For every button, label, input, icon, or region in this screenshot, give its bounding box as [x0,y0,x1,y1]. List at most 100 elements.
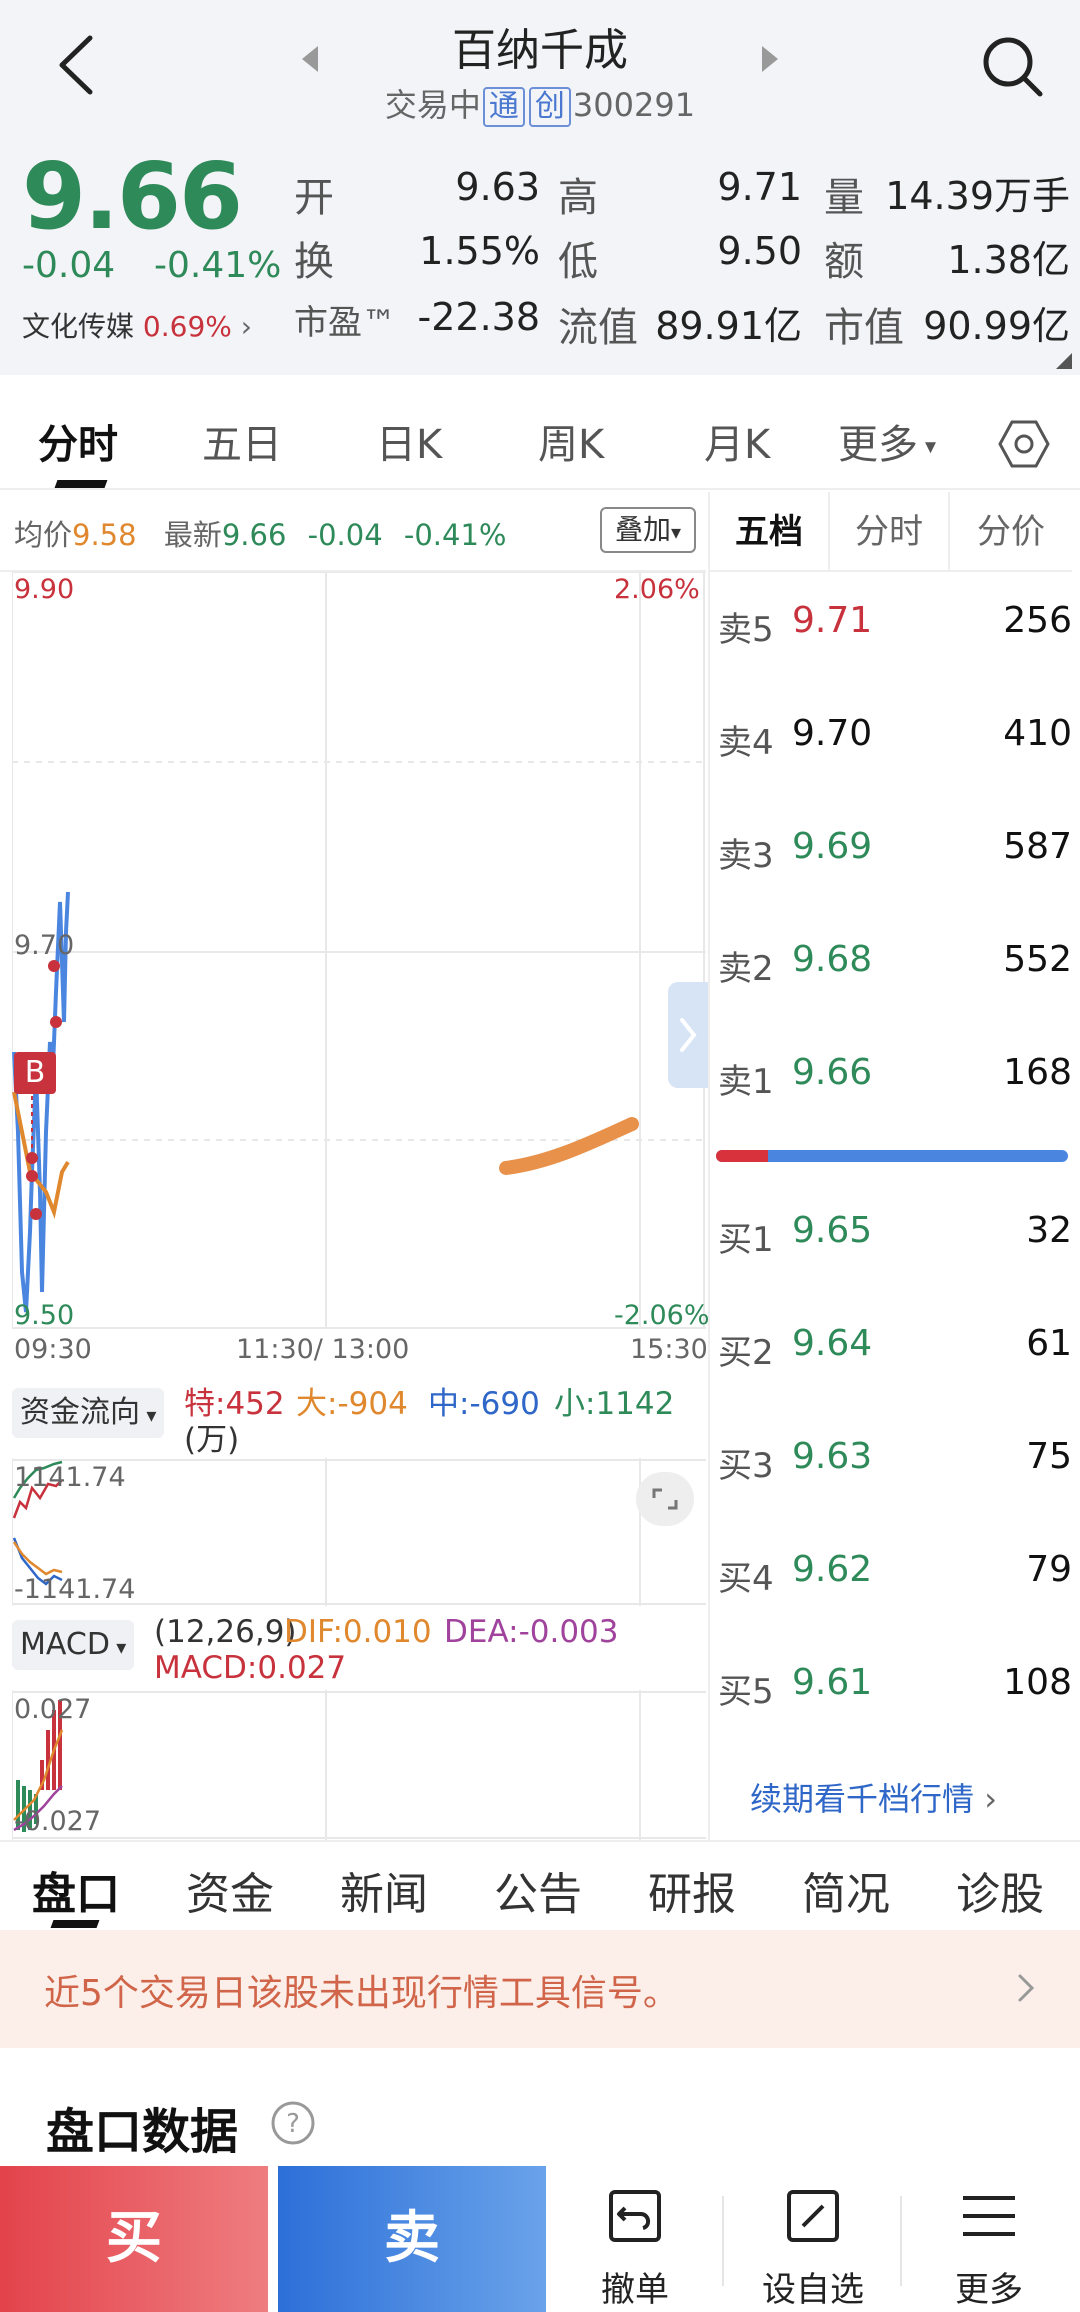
depth-link[interactable]: 续期看千档行情 › [750,1774,997,1820]
search-icon[interactable] [980,34,1046,100]
stock-name: 百纳千成 [452,25,628,76]
high-label: 高 [558,175,598,221]
tab-announcements[interactable]: 公告 [494,1858,582,1922]
fund-flow-row: 资金流向 ▾ 特:452 大:-904 中:-690 小:1142 (万) [0,1378,706,1458]
ask-label: 卖5 [718,610,774,650]
bid-price: 9.64 [792,1323,873,1364]
chevron-right-icon: › [240,310,252,343]
signal-banner[interactable]: 近5个交易日该股未出现行情工具信号。 [0,1930,1080,2048]
order-book: 五档 分时 分价 卖5 9.71 256 卖4 9.70 410 卖3 9.69… [708,492,1072,1842]
edit-icon [787,2190,839,2242]
undo-icon [609,2190,661,2242]
detail-tabbar: 盘口 资金 新闻 公告 研报 简况 诊股 [0,1840,1080,1930]
bid-row-4[interactable]: 买4 9.62 79 [710,1545,1072,1605]
separator [900,2196,902,2286]
ask-row-2[interactable]: 卖2 9.68 552 [710,935,1072,995]
expand-corner-icon[interactable] [1056,353,1072,369]
add-watchlist-button[interactable]: 设自选 [728,2166,898,2312]
tab-more[interactable]: 更多 ▾ [838,412,936,470]
bid-row-1[interactable]: 买1 9.65 32 [710,1206,1072,1266]
bid-label: 买2 [718,1333,774,1373]
turnover-value: 1.55% [419,229,540,273]
tab-daily-k[interactable]: 日K [376,412,442,470]
fund-medium: 中:-690 [428,1378,540,1423]
next-stock-icon[interactable] [758,44,782,74]
bid-ask-ratio-bar [716,1150,1068,1162]
fund-flow-label: 资金流向 [20,1395,140,1430]
chart-settings-icon[interactable] [998,418,1050,470]
separator [722,2196,724,2286]
sector-name: 文化传媒 [22,310,135,343]
ask-row-1[interactable]: 卖1 9.66 168 [710,1048,1072,1108]
high-value: 9.71 [717,165,802,209]
amount-value: 1.38亿 [947,238,1070,282]
market-cap-value: 90.99亿 [923,304,1070,348]
tab-order-panel[interactable]: 盘口 [32,1858,120,1922]
expand-book-handle[interactable] [668,982,708,1088]
macd-dropdown[interactable]: MACD ▾ [12,1620,135,1670]
buy-marker[interactable]: B [14,1052,56,1094]
tab-intraday[interactable]: 分时 [38,412,118,470]
tab-diagnosis[interactable]: 诊股 [956,1858,1044,1922]
help-icon[interactable]: ? [270,2100,316,2146]
ask-label: 卖1 [718,1062,774,1102]
top-header: 百纳千成 交易中通创 300291 [0,0,1080,135]
sector-link[interactable]: 文化传媒 0.69% › [22,305,252,345]
latest-chg: -0.04 [307,518,383,552]
cancel-order-button[interactable]: 撤单 [550,2166,720,2312]
order-book-tabs: 五档 分时 分价 [710,492,1072,572]
tab-research[interactable]: 研报 [648,1858,736,1922]
more-button[interactable]: 更多 [904,2166,1074,2312]
overlay-button[interactable]: 叠加▾ [600,507,696,553]
chevron-right-icon [680,1018,697,1052]
chevron-right-icon: › [974,1780,997,1818]
buy-button[interactable]: 买 [0,2166,268,2312]
caret-down-icon: ▾ [140,1403,157,1427]
add-watchlist-label: 设自选 [762,2270,864,2310]
tab-five-day[interactable]: 五日 [202,412,282,470]
sector-pct: 0.69% [142,310,232,343]
price-change: -0.04 [22,245,116,286]
bid-row-5[interactable]: 买5 9.61 108 [710,1658,1072,1718]
tab-news[interactable]: 新闻 [340,1858,428,1922]
macd-label: MACD [20,1627,110,1662]
macd-value: MACD:0.027 [154,1650,347,1686]
macd-axis-top: 0.027 [14,1694,92,1725]
bid-volume: 108 [1003,1662,1072,1703]
ask-volume: 410 [1003,713,1072,754]
tab-monthly-k[interactable]: 月K [704,412,770,470]
tab-profile[interactable]: 简况 [802,1858,890,1922]
stock-subline: 交易中通创 300291 [0,80,1080,127]
tab-ticks[interactable]: 分时 [830,492,950,572]
signal-text: 近5个交易日该股未出现行情工具信号。 [44,1973,679,2014]
tab-funds[interactable]: 资金 [186,1858,274,1922]
bid-label: 买3 [718,1446,774,1486]
tab-price-dist[interactable]: 分价 [950,492,1072,572]
tab-weekly-k[interactable]: 周K [538,412,604,470]
bid-row-3[interactable]: 买3 9.63 75 [710,1432,1072,1492]
ask-volume: 256 [1003,600,1072,641]
tab-underline [54,480,108,488]
bid-volume: 61 [1026,1323,1072,1364]
sell-button[interactable]: 卖 [278,2166,546,2312]
fund-flow-dropdown[interactable]: 资金流向 ▾ [12,1388,165,1438]
fullscreen-button[interactable] [636,1472,694,1526]
ask-price: 9.71 [792,600,873,641]
market-cap-label: 市值 [824,305,904,351]
macd-chart[interactable] [12,1690,706,1840]
fund-large-label: 大: [296,1386,338,1422]
intraday-chart[interactable]: B 9.90 9.70 9.50 2.06% -2.06% [11,571,710,1332]
bid-label: 买1 [718,1220,774,1260]
bid-row-2[interactable]: 买2 9.64 61 [710,1319,1072,1379]
bid-price: 9.62 [792,1549,873,1590]
ask-row-4[interactable]: 卖4 9.70 410 [710,709,1072,769]
ask-row-5[interactable]: 卖5 9.71 256 [710,596,1072,656]
turnover-label: 换 [294,239,334,285]
overlay-label: 叠加 [614,513,671,546]
bid-volume: 32 [1026,1210,1072,1251]
fund-small: 小:1142 [554,1378,674,1423]
tab-five-levels[interactable]: 五档 [710,492,830,572]
ask-price: 9.68 [792,939,873,980]
pe-value: -22.38 [417,295,541,339]
ask-row-3[interactable]: 卖3 9.69 587 [710,822,1072,882]
